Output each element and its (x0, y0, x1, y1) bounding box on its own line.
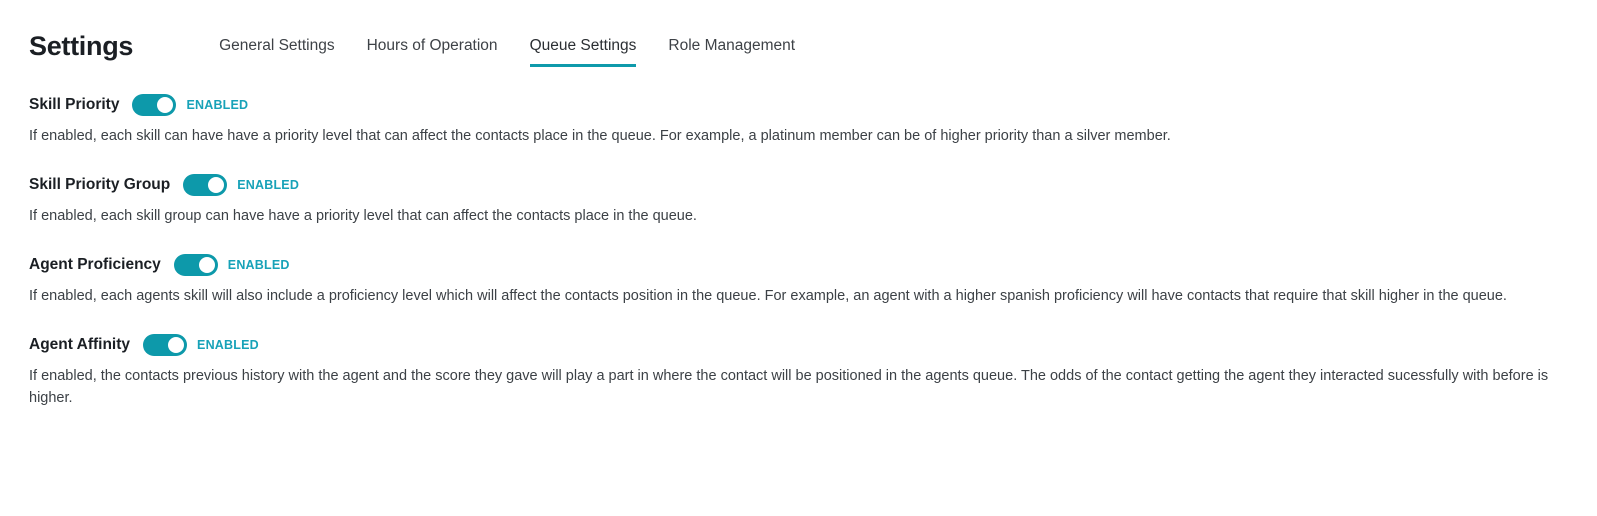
setting-description: If enabled, each skill group can have ha… (29, 208, 697, 224)
setting-header: Skill Priority Group ENABLED (29, 173, 1568, 197)
skill-priority-toggle[interactable] (132, 94, 177, 116)
tab-queue-settings[interactable]: Queue Settings (529, 36, 637, 67)
tab-label: Queue Settings (529, 37, 637, 54)
tab-general-settings[interactable]: General Settings (219, 36, 334, 67)
tab-hours-of-operation[interactable]: Hours of Operation (367, 36, 498, 67)
skill-priority-group-toggle[interactable] (183, 174, 228, 196)
setting-header: Agent Proficiency ENABLED (29, 253, 1568, 277)
settings-page: Settings General Settings Hours of Opera… (0, 0, 1597, 516)
toggle-state-label: ENABLED (237, 178, 300, 192)
setting-label: Agent Affinity (29, 336, 131, 353)
setting-label: Skill Priority Group (29, 176, 171, 193)
setting-row-skill-priority: Skill Priority ENABLED If enabled, each … (29, 93, 1568, 147)
toggle-knob-icon (198, 257, 215, 273)
toggle-knob-icon (168, 337, 185, 353)
tab-role-management[interactable]: Role Management (668, 36, 795, 67)
toggle-knob-icon (208, 177, 225, 193)
setting-description: If enabled, the contacts previous histor… (29, 368, 1549, 406)
setting-description: If enabled, each agents skill will also … (29, 288, 1507, 304)
toggle-knob-icon (157, 97, 174, 113)
toggle-state-label: ENABLED (197, 338, 259, 352)
setting-label: Skill Priority (29, 96, 120, 113)
setting-row-agent-proficiency: Agent Proficiency ENABLED If enabled, ea… (29, 253, 1568, 307)
toggle-state-label: ENABLED (186, 98, 249, 112)
setting-description: If enabled, each skill can have have a p… (29, 128, 1171, 144)
setting-header: Agent Affinity ENABLED (29, 333, 1568, 357)
setting-header: Skill Priority ENABLED (29, 93, 1568, 117)
settings-list: Skill Priority ENABLED If enabled, each … (0, 62, 1597, 409)
toggle-state-label: ENABLED (227, 258, 290, 272)
setting-label: Agent Proficiency (29, 256, 161, 273)
agent-affinity-toggle[interactable] (143, 334, 188, 356)
page-title: Settings (29, 31, 134, 61)
tab-label: Hours of Operation (366, 37, 498, 54)
tab-bar: General Settings Hours of Operation Queu… (219, 30, 795, 67)
setting-row-agent-affinity: Agent Affinity ENABLED If enabled, the c… (29, 333, 1568, 409)
tab-label: General Settings (219, 37, 335, 54)
setting-row-skill-priority-group: Skill Priority Group ENABLED If enabled,… (29, 173, 1568, 227)
tab-label: Role Management (668, 37, 796, 54)
page-header: Settings General Settings Hours of Opera… (0, 0, 1597, 67)
agent-proficiency-toggle[interactable] (173, 254, 218, 276)
